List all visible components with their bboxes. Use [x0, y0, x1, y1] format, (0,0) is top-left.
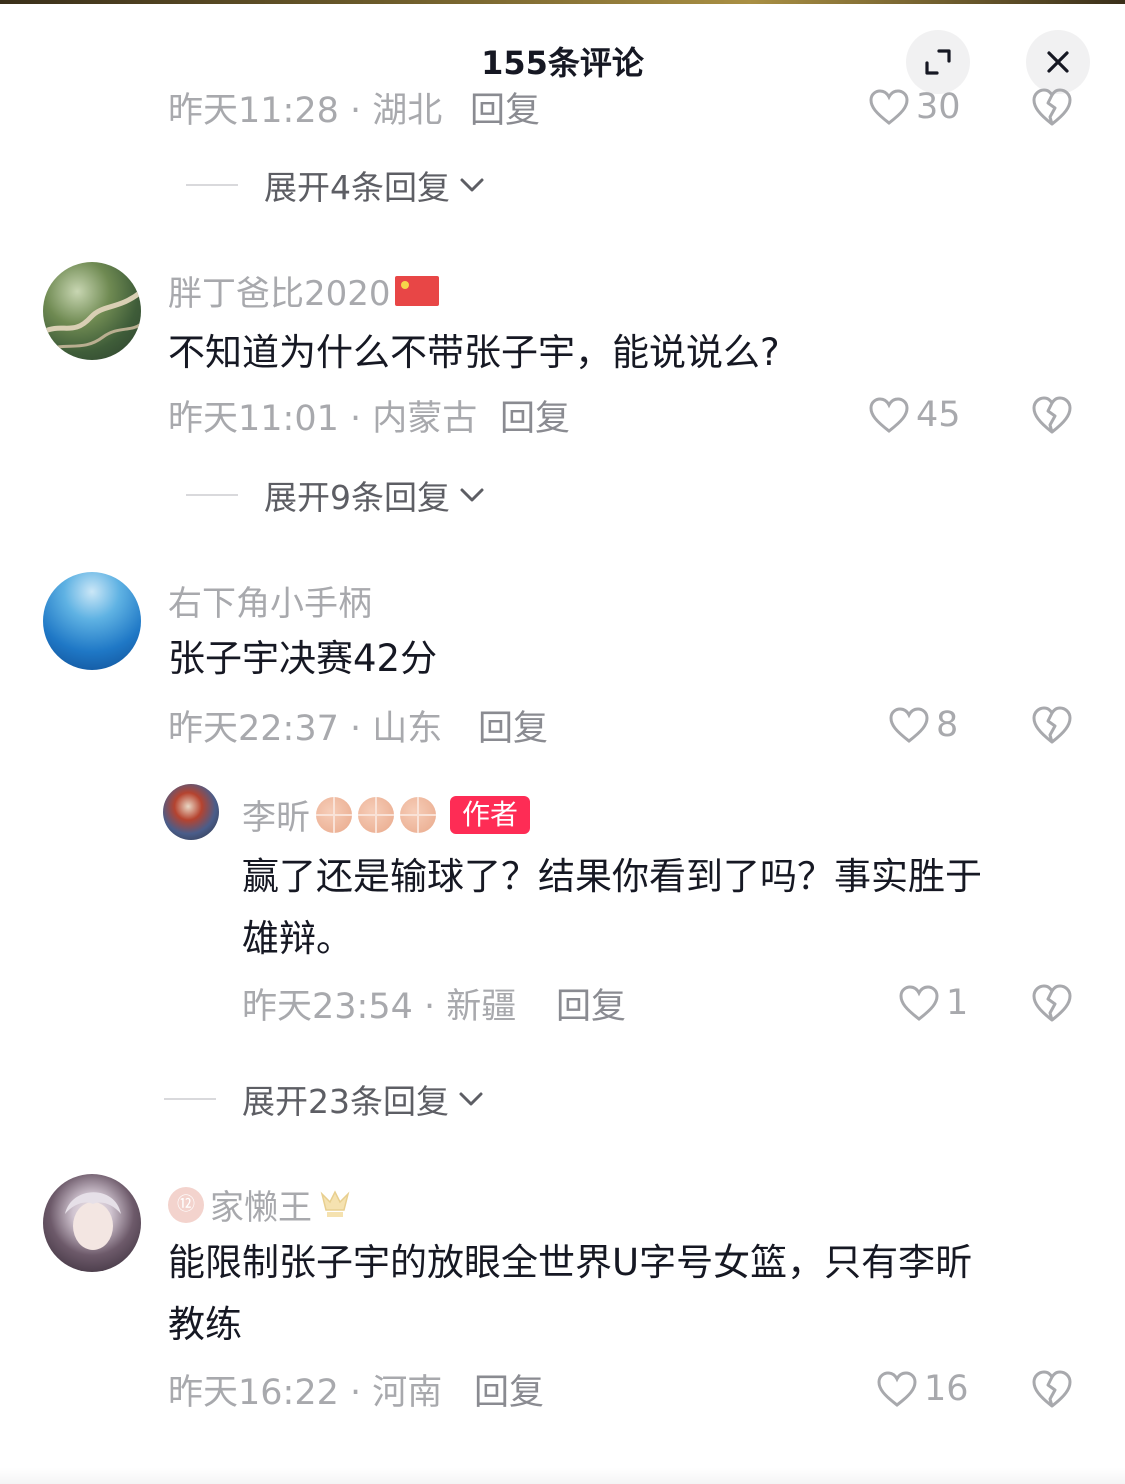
reply-button[interactable]: 回复 [470, 82, 540, 126]
comment-time-location: 昨天22:37 · 山东 [168, 709, 443, 749]
basketball-icon [358, 796, 394, 833]
like-button[interactable]: 8 [888, 700, 958, 750]
heart-icon [899, 985, 939, 1021]
comment-text: 能限制张子宇的放眼全世界U字号女篮，只有李昕 教练 [168, 1232, 972, 1356]
comment-meta: 昨天22:37 · 山东 回复 [168, 700, 768, 750]
comment-time-location: 昨天16:22 · 河南 [168, 1373, 443, 1413]
avatar[interactable] [43, 572, 141, 670]
like-button[interactable]: 30 [868, 82, 961, 126]
expand-replies-label: 展开9条回复 [264, 478, 450, 517]
comment-username[interactable]: 右下角小手柄 [168, 576, 372, 625]
broken-heart-icon[interactable] [1030, 1368, 1074, 1410]
comment-time-location: 昨天11:28 · 湖北 [168, 91, 443, 126]
author-badge: 作者 [450, 795, 531, 834]
like-count: 8 [936, 705, 959, 745]
comment-text: 张子宇决赛42分 [168, 637, 438, 680]
username-text: 右下角小手柄 [168, 584, 372, 624]
anime-portrait-image [65, 1192, 121, 1250]
reply-button[interactable]: 回复 [556, 978, 626, 1029]
comment-time-location: 昨天11:01 · 内蒙古 [168, 399, 478, 439]
heart-icon [869, 89, 909, 125]
username-text: 家懒王 [210, 1188, 312, 1228]
broken-heart-icon[interactable] [1030, 86, 1074, 126]
trident-badge-icon [320, 1189, 350, 1217]
comment-username[interactable]: 胖丁爸比2020 [168, 266, 439, 315]
divider-line [186, 184, 238, 186]
heart-icon [877, 1371, 917, 1407]
great-wall-image [43, 289, 141, 352]
reply-button[interactable]: 回复 [500, 390, 570, 441]
avatar[interactable] [43, 1174, 141, 1272]
broken-heart-icon[interactable] [1030, 982, 1074, 1024]
fullscreen-icon [925, 49, 951, 75]
comment-username[interactable]: ⑫ 家懒王 [168, 1180, 352, 1229]
like-button[interactable]: 45 [868, 390, 961, 440]
chevron-down-icon [460, 178, 484, 192]
author-avatar[interactable] [163, 784, 219, 840]
china-flag-icon [394, 275, 439, 306]
reply-time-location: 昨天23:54 · 新疆 [242, 987, 517, 1027]
basketball-icon [316, 796, 352, 833]
like-count: 1 [946, 983, 969, 1023]
expand-replies[interactable]: 展开9条回复 [186, 470, 486, 520]
close-icon [1047, 51, 1069, 73]
expand-replies-label: 展开23条回复 [242, 1082, 449, 1121]
comment-text: 不知道为什么不带张子宇，能说说么? [168, 331, 780, 374]
reply-button[interactable]: 回复 [478, 700, 548, 751]
heart-icon [869, 397, 909, 433]
reply-text: 赢了还是输球了？结果你看到了吗？事实胜于 雄辩。 [242, 846, 982, 970]
comment-text-line: 能限制张子宇的放眼全世界U字号女篮，只有李昕 [168, 1241, 973, 1284]
expand-replies[interactable]: 展开4条回复 [186, 160, 486, 210]
like-count: 16 [924, 1369, 969, 1409]
username-text: 李昕 [242, 798, 310, 838]
reply-meta: 昨天23:54 · 新疆 回复 [242, 978, 842, 1028]
divider-line [164, 1098, 216, 1100]
like-count: 30 [916, 87, 961, 126]
comment-text-line: 教练 [168, 1303, 242, 1346]
basketball-icon [400, 796, 436, 833]
heart-icon [889, 707, 929, 743]
comments-sheet: 155条评论 昨天11:28 · 湖北 回复 30 展开4条回复 胖丁爸比202… [0, 0, 1125, 1484]
comment-meta: 昨天11:28 · 湖北 回复 [168, 82, 768, 126]
like-button[interactable]: 16 [876, 1364, 969, 1414]
chevron-down-icon [459, 1092, 483, 1106]
chevron-down-icon [460, 488, 484, 502]
reply-button[interactable]: 回复 [474, 1364, 544, 1415]
reply-text-line: 赢了还是输球了？结果你看到了吗？事实胜于 [242, 855, 982, 898]
like-count: 45 [916, 395, 961, 435]
username-text: 胖丁爸比2020 [168, 274, 391, 314]
divider-line [186, 494, 238, 496]
bottom-edge [0, 1468, 1125, 1484]
like-button[interactable]: 1 [898, 978, 968, 1028]
expand-replies-label: 展开4条回复 [264, 168, 450, 207]
zodiac-badge-icon: ⑫ [168, 1186, 204, 1223]
comment-0-meta-clip: 昨天11:28 · 湖北 回复 30 [0, 78, 1125, 126]
comment-meta: 昨天11:01 · 内蒙古 回复 [168, 390, 768, 440]
broken-heart-icon[interactable] [1030, 704, 1074, 746]
expand-replies[interactable]: 展开23条回复 [164, 1074, 485, 1124]
comment-meta: 昨天16:22 · 河南 回复 [168, 1364, 768, 1414]
reply-text-line: 雄辩。 [242, 917, 353, 960]
reply-username[interactable]: 李昕 作者 [242, 790, 531, 839]
broken-heart-icon[interactable] [1030, 394, 1074, 436]
avatar[interactable] [43, 262, 141, 360]
